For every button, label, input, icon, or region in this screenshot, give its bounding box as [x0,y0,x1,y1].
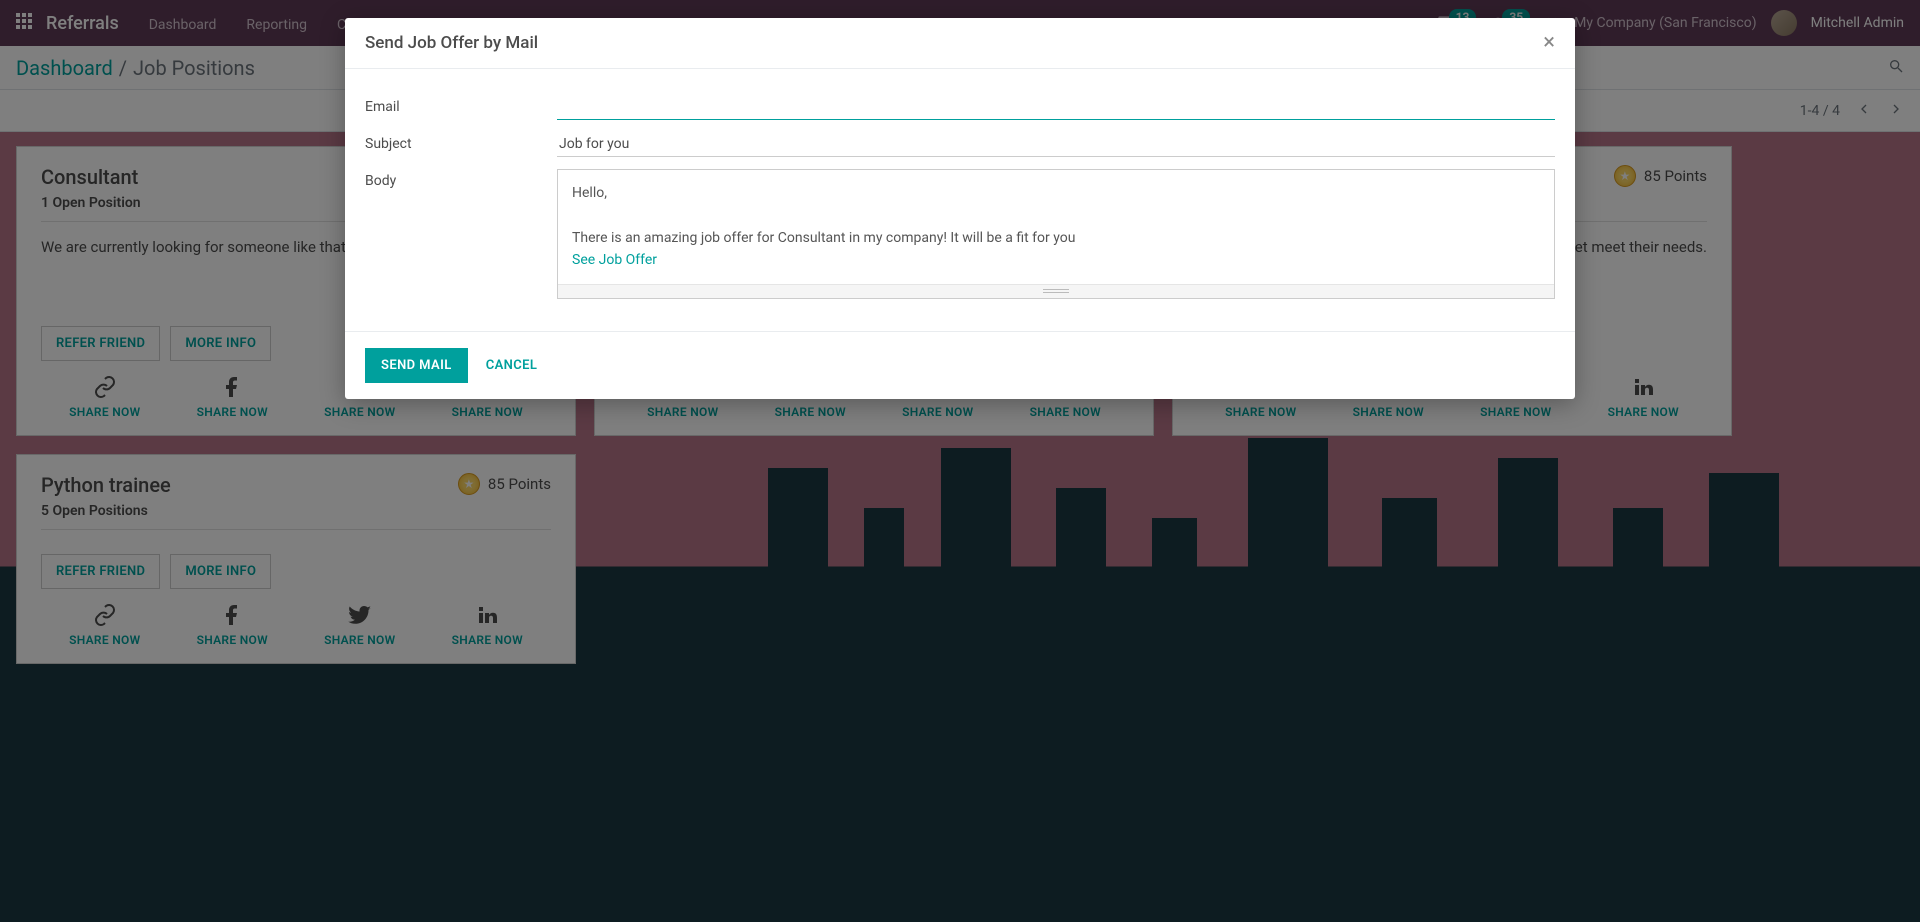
subject-input[interactable]: Job for you [557,132,1555,157]
modal-footer: SEND MAIL CANCEL [345,331,1575,399]
body-line: Hello, [572,182,1540,204]
modal-title: Send Job Offer by Mail [365,33,538,53]
email-label: Email [365,95,557,120]
send-mail-modal: Send Job Offer by Mail × Email Subject J… [345,18,1575,399]
modal-body: Email Subject Job for you Body Hello, Th… [345,69,1575,331]
cancel-button[interactable]: CANCEL [486,358,538,373]
resize-handle[interactable] [558,284,1554,298]
close-icon[interactable]: × [1543,32,1555,54]
email-input[interactable] [557,95,1555,120]
subject-label: Subject [365,132,557,157]
see-job-offer-link[interactable]: See Job Offer [572,249,1540,271]
send-mail-button[interactable]: SEND MAIL [365,348,468,383]
body-line: There is an amazing job offer for Consul… [572,227,1540,249]
body-editor[interactable]: Hello, There is an amazing job offer for… [557,169,1555,299]
modal-header: Send Job Offer by Mail × [345,18,1575,69]
body-label: Body [365,169,557,189]
